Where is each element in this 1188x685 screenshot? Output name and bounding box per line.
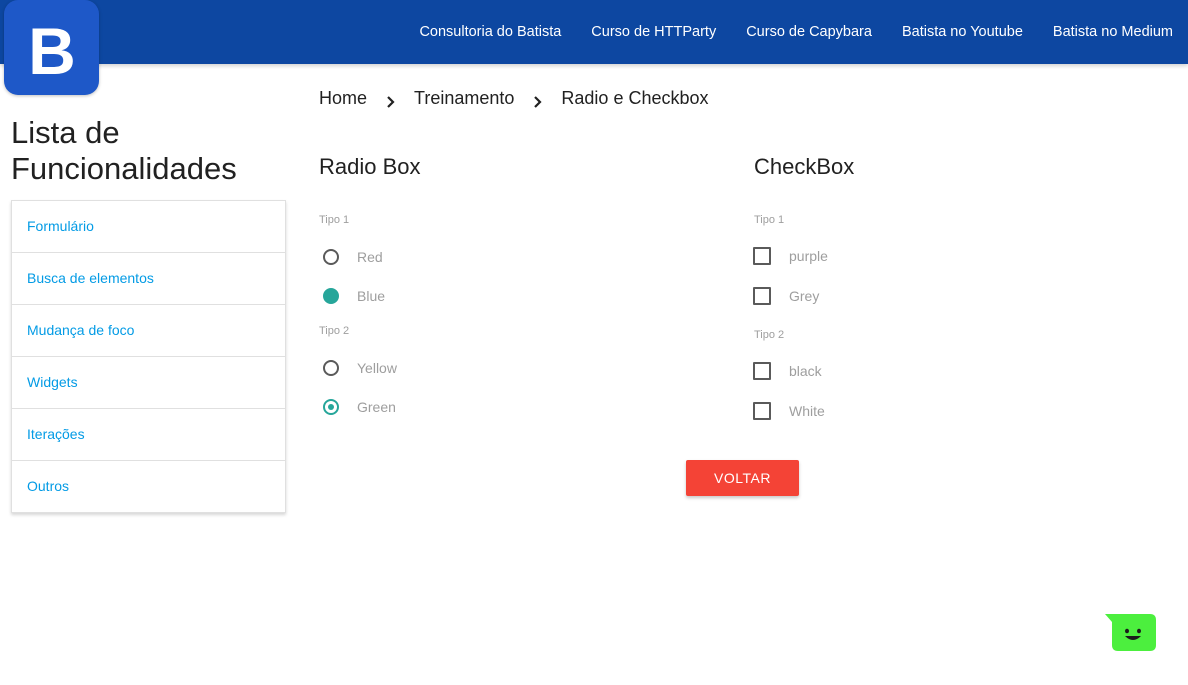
- radio-label-blue: Blue: [357, 288, 386, 304]
- sidebar-menu: Formulário Busca de elementos Mudança de…: [11, 200, 286, 513]
- breadcrumb-treinamento[interactable]: Treinamento: [414, 88, 514, 109]
- checkbox-group-label-tipo2: Tipo 2: [754, 329, 785, 341]
- breadcrumb: Home Treinamento Radio e Checkbox: [319, 86, 709, 110]
- logo-b-icon: B: [28, 14, 76, 88]
- sidebar-item-busca-de-elementos[interactable]: Busca de elementos: [12, 253, 285, 305]
- nav-links: Consultoria do Batista Curso de HTTParty…: [404, 0, 1188, 64]
- radio-label-green: Green: [357, 399, 396, 415]
- sidebar-item-mudanca-de-foco[interactable]: Mudança de foco: [12, 305, 285, 357]
- radio-unchecked-icon[interactable]: [323, 249, 339, 265]
- nav-link-youtube[interactable]: Batista no Youtube: [887, 0, 1038, 64]
- smiley-chat-icon: [1105, 614, 1156, 651]
- checkbox-option-black[interactable]: black: [753, 362, 822, 380]
- checkbox-section-title: CheckBox: [754, 154, 855, 179]
- voltar-button[interactable]: VOLTAR: [686, 460, 799, 496]
- checkbox-section: CheckBox: [754, 150, 854, 184]
- chevron-right-icon: [514, 96, 561, 108]
- checkbox-unchecked-icon[interactable]: [753, 362, 771, 380]
- chat-widget-button[interactable]: [1104, 613, 1158, 653]
- checkbox-label-grey: Grey: [789, 288, 820, 304]
- nav-link-medium[interactable]: Batista no Medium: [1038, 0, 1188, 64]
- checkbox-label-white: White: [789, 403, 825, 419]
- checkbox-label-purple: purple: [789, 248, 828, 264]
- nav-link-consultoria[interactable]: Consultoria do Batista: [404, 0, 576, 64]
- checkbox-group-label-tipo1: Tipo 1: [754, 214, 785, 226]
- sidebar-item-widgets[interactable]: Widgets: [12, 357, 285, 409]
- checkbox-unchecked-icon[interactable]: [753, 247, 771, 265]
- checkbox-option-purple[interactable]: purple: [753, 247, 828, 265]
- radio-checked-icon[interactable]: [323, 288, 339, 304]
- radio-option-red[interactable]: Red: [323, 249, 383, 265]
- sidebar-item-outros[interactable]: Outros: [12, 461, 285, 512]
- checkbox-option-grey[interactable]: Grey: [753, 287, 819, 305]
- radio-section: Radio Box: [319, 150, 421, 184]
- radio-checked-icon[interactable]: [323, 399, 339, 415]
- brand-logo[interactable]: B: [4, 0, 99, 95]
- nav-link-httparty[interactable]: Curso de HTTParty: [576, 0, 731, 64]
- radio-option-yellow[interactable]: Yellow: [323, 360, 397, 376]
- sidebar-item-iteracoes[interactable]: Iterações: [12, 409, 285, 461]
- checkbox-label-black: black: [789, 363, 822, 379]
- radio-option-blue[interactable]: Blue: [323, 288, 385, 304]
- svg-text:B: B: [28, 14, 76, 88]
- chevron-right-icon: [367, 96, 414, 108]
- checkbox-unchecked-icon[interactable]: [753, 287, 771, 305]
- radio-option-green[interactable]: Green: [323, 399, 396, 415]
- breadcrumb-home[interactable]: Home: [319, 88, 367, 109]
- sidebar-title: Lista de Funcionalidades: [11, 115, 237, 186]
- radio-group-label-tipo1: Tipo 1: [319, 214, 350, 226]
- radio-unchecked-icon[interactable]: [323, 360, 339, 376]
- radio-section-title: Radio Box: [319, 154, 421, 179]
- radio-label-red: Red: [357, 249, 383, 265]
- sidebar-item-formulario[interactable]: Formulário: [12, 201, 285, 253]
- breadcrumb-current[interactable]: Radio e Checkbox: [561, 88, 708, 109]
- nav-link-capybara[interactable]: Curso de Capybara: [731, 0, 887, 64]
- checkbox-unchecked-icon[interactable]: [753, 402, 771, 420]
- checkbox-option-white[interactable]: White: [753, 402, 825, 420]
- radio-group-label-tipo2: Tipo 2: [319, 325, 350, 337]
- top-navbar: Consultoria do Batista Curso de HTTParty…: [0, 0, 1188, 64]
- radio-label-yellow: Yellow: [357, 360, 397, 376]
